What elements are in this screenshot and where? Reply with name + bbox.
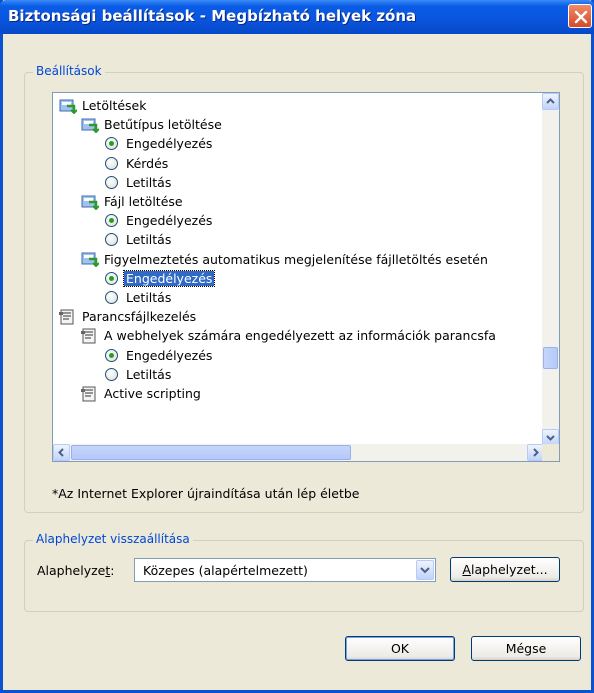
radio-unchecked-icon[interactable]: [105, 175, 118, 189]
close-button[interactable]: [568, 4, 592, 28]
ok-button[interactable]: OK: [345, 636, 455, 661]
chevron-right-icon: [533, 448, 539, 457]
settings-category-icon: [59, 98, 78, 114]
reset-level-label-text: Alaphelyze: [37, 563, 106, 578]
tree-radio-option[interactable]: Engedélyezés: [105, 134, 214, 153]
tree-item-label: Betűtípus letöltése: [104, 117, 222, 133]
tree-category[interactable]: Letöltések: [59, 96, 149, 115]
scroll-up-button[interactable]: [542, 93, 559, 110]
radio-unchecked-icon[interactable]: [105, 367, 118, 381]
tree-item-label: Letiltás: [126, 366, 172, 382]
tree-item-label: Engedélyezés: [126, 136, 213, 152]
window-title: Biztonsági beállítások - Megbízható hely…: [8, 7, 417, 25]
settings-group-legend: Beállítások: [33, 64, 105, 78]
close-icon: [574, 10, 588, 24]
tree-item-label: Letiltás: [126, 232, 172, 248]
reset-button[interactable]: Alaphelyzet...: [450, 557, 560, 582]
radio-unchecked-icon[interactable]: [105, 291, 118, 304]
tree-item-label: Figyelmeztetés automatikus megjelenítése…: [104, 251, 488, 267]
chevron-up-icon: [546, 98, 555, 104]
tree-item-label: Kérdés: [126, 155, 169, 171]
tree-category[interactable]: Fájl letöltése: [81, 192, 185, 211]
scroll-corner: [542, 444, 559, 461]
tree-radio-option[interactable]: Letiltás: [105, 365, 173, 384]
restart-note: *Az Internet Explorer újraindítása után …: [52, 486, 360, 501]
radio-checked-icon[interactable]: [105, 348, 118, 362]
tree-radio-option[interactable]: Engedélyezés: [105, 269, 216, 288]
scroll-left-button[interactable]: [53, 444, 70, 461]
reset-level-value: Közepes (alapértelmezett): [143, 563, 308, 578]
tree-category[interactable]: A webhelyek számára engedélyezett az inf…: [81, 326, 498, 345]
tree-item-label: A webhelyek számára engedélyezett az inf…: [104, 328, 496, 344]
radio-unchecked-icon[interactable]: [105, 233, 118, 247]
script-document-icon: [59, 309, 77, 325]
radio-checked-icon[interactable]: [105, 214, 118, 228]
radio-unchecked-icon[interactable]: [105, 156, 118, 170]
tree-item-label: Letöltések: [82, 98, 147, 113]
chevron-down-icon: [546, 435, 555, 441]
chevron-left-icon: [58, 448, 64, 457]
tree-item-label: Active scripting: [104, 386, 201, 401]
tree-item-label: Fájl letöltése: [104, 194, 183, 209]
settings-category-icon: [81, 194, 100, 210]
tree-item-label: Engedélyezés: [126, 347, 213, 363]
settings-category-icon: [81, 117, 100, 134]
tree-item-label: Engedélyezés: [122, 269, 216, 287]
settings-tree[interactable]: Letöltések Betűtípus letöltése Engedélyezé…: [52, 92, 560, 462]
cancel-button[interactable]: Mégse: [471, 636, 581, 661]
reset-group-legend: Alaphelyzet visszaállítása: [33, 532, 193, 546]
tree-radio-option[interactable]: Letiltás: [105, 173, 173, 192]
settings-category-icon: [81, 251, 100, 268]
dropdown-arrow-button[interactable]: [416, 560, 434, 580]
chevron-down-icon: [420, 567, 430, 574]
tree-category[interactable]: Betűtípus letöltése: [81, 115, 224, 134]
horizontal-scroll-thumb[interactable]: [71, 445, 351, 460]
radio-checked-icon[interactable]: [105, 271, 118, 285]
radio-checked-icon[interactable]: [105, 137, 118, 151]
security-settings-dialog: Biztonsági beállítások - Megbízható hely…: [0, 0, 594, 693]
reset-level-label: Alaphelyzet:: [37, 563, 114, 578]
script-document-icon: [81, 328, 99, 344]
tree-category[interactable]: Figyelmeztetés automatikus megjelenítése…: [81, 250, 490, 269]
ok-button-label: OK: [390, 641, 410, 656]
tree-radio-option[interactable]: Engedélyezés: [105, 211, 214, 230]
vertical-scroll-thumb[interactable]: [543, 347, 558, 369]
tree-radio-option[interactable]: Letiltás: [105, 230, 173, 249]
tree-item-label: Letiltás: [126, 174, 172, 190]
horizontal-scrollbar[interactable]: [53, 444, 544, 461]
tree-radio-option[interactable]: Kérdés: [105, 154, 170, 173]
vertical-scrollbar[interactable]: [542, 93, 559, 446]
reset-level-dropdown[interactable]: Közepes (alapértelmezett): [134, 558, 436, 582]
reset-button-accel: A: [462, 562, 471, 577]
tree-radio-option[interactable]: Letiltás: [105, 288, 173, 307]
script-document-icon: [81, 386, 99, 402]
tree-item-label: Engedélyezés: [126, 213, 213, 229]
tree-item-label: Letiltás: [126, 290, 172, 305]
tree-category[interactable]: Active scripting: [81, 384, 203, 403]
tree-radio-option[interactable]: Engedélyezés: [105, 346, 214, 365]
reset-button-label: laphelyzet...: [470, 562, 548, 577]
title-bar[interactable]: Biztonsági beállítások - Megbízható hely…: [0, 0, 594, 34]
tree-category[interactable]: Parancsfájlkezelés: [59, 307, 198, 326]
reset-level-label-colon: :: [110, 563, 115, 578]
cancel-button-label: Mégse: [505, 641, 547, 656]
tree-item-label: Parancsfájlkezelés: [82, 309, 197, 325]
